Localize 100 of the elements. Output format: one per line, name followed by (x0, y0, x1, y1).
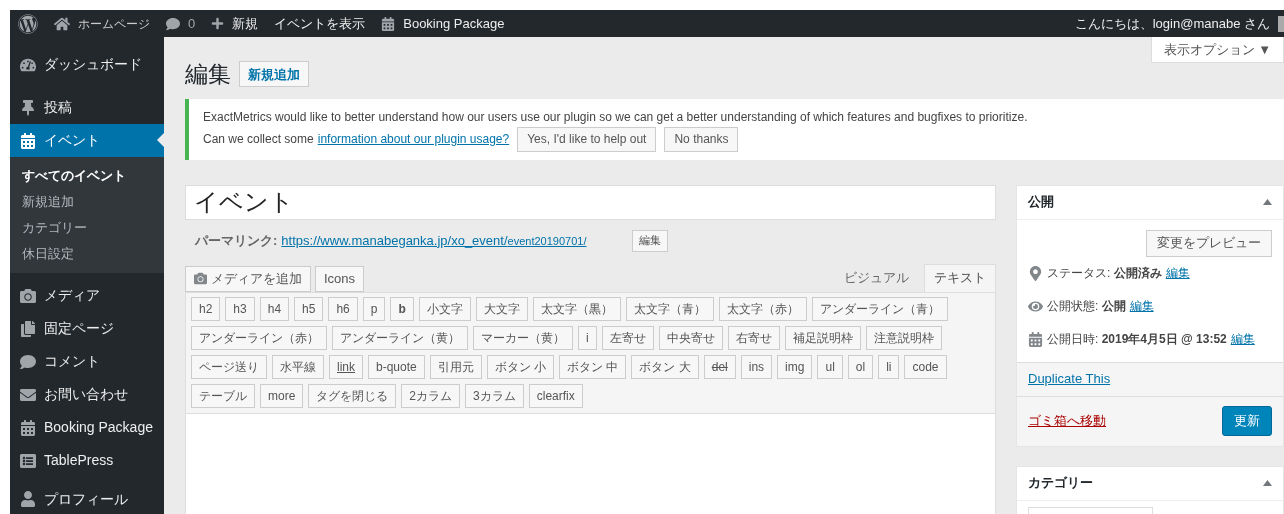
quicktag-button[interactable]: 水平線 (272, 354, 324, 379)
quicktag-button[interactable]: ボタン 中 (559, 354, 627, 379)
quicktag-button[interactable]: more (260, 383, 304, 408)
sidebar-item[interactable]: イベント (10, 124, 164, 157)
pages-icon (20, 320, 36, 337)
screen-options-tab[interactable]: 表示オプション ▼ (1151, 37, 1284, 63)
list-icon (20, 452, 36, 469)
sidebar-item[interactable]: 固定ページ (10, 312, 164, 345)
quicktag-button[interactable]: ul (817, 354, 843, 379)
edit-link[interactable]: 編集 (1165, 264, 1190, 282)
plus-icon (211, 17, 225, 30)
quicktag-button[interactable]: アンダーライン（赤） (191, 325, 327, 350)
plugin-link[interactable]: Booking Package (381, 13, 505, 34)
quicktag-button[interactable]: img (777, 354, 813, 379)
quicktag-button[interactable]: 2カラム (401, 383, 461, 408)
sidebar-item[interactable]: メディア (10, 279, 164, 312)
quicktag-button[interactable]: b-quote (368, 354, 425, 379)
submenu-item[interactable]: すべてのイベント (10, 163, 164, 189)
quicktag-button[interactable]: 小文字 (418, 296, 471, 321)
quicktag-button[interactable]: アンダーライン（黄） (332, 325, 468, 350)
quicktag-button[interactable]: h4 (259, 296, 290, 321)
quicktag-button[interactable]: li (878, 354, 900, 379)
quicktag-button[interactable]: 太文字（黒） (532, 296, 621, 321)
camera-icon (20, 287, 36, 304)
quicktag-button[interactable]: code (904, 354, 947, 379)
quicktag-button[interactable]: p (362, 296, 386, 321)
envelope-icon (20, 386, 36, 403)
quicktag-button[interactable]: ボタン 大 (631, 354, 699, 379)
media-icon (194, 272, 207, 285)
sidebar-item[interactable]: お問い合わせ (10, 378, 164, 411)
quicktag-button[interactable]: タグを閉じる (308, 383, 397, 408)
submenu-item[interactable]: 休日設定 (10, 241, 164, 267)
notice-button[interactable]: No thanks (664, 126, 739, 152)
quicktag-button[interactable]: del (703, 354, 736, 379)
trash-link[interactable]: ゴミ箱へ移動 (1028, 411, 1106, 431)
submenu-item[interactable]: 新規追加 (10, 189, 164, 215)
preview-button[interactable]: 変更をプレビュー (1146, 229, 1272, 257)
account-greeting[interactable]: こんにちは、login@manabe さん (1074, 13, 1270, 34)
update-button[interactable]: 更新 (1222, 406, 1272, 436)
icons-button[interactable]: Icons (315, 265, 365, 292)
quicktag-button[interactable]: h6 (328, 296, 358, 321)
quicktag-button[interactable]: h5 (294, 296, 324, 321)
usage-info-link[interactable]: information about our plugin usage? (317, 130, 510, 148)
add-new-button[interactable]: 新規追加 (239, 61, 309, 88)
sidebar-item[interactable]: プロフィール (10, 486, 164, 512)
comments-link[interactable]: 0 (166, 13, 196, 34)
quicktag-button[interactable]: 補足説明枠 (784, 325, 861, 350)
permalink-link[interactable]: https://www.manabeganka.jp/xo_event/event20190701/ (281, 230, 625, 251)
sidebar-item[interactable]: TablePress (10, 444, 164, 477)
quicktag-button[interactable]: ol (847, 354, 874, 379)
gauge-icon (20, 56, 36, 73)
quicktag-button[interactable]: ボタン 小 (486, 354, 555, 379)
permalink-edit-button[interactable]: 編集 (632, 229, 669, 252)
publish-info: ステータス: 公開済み (1047, 265, 1162, 282)
speech-bubble-icon (20, 353, 36, 370)
quicktag-button[interactable]: clearfix (528, 383, 583, 408)
quicktag-button[interactable]: b (390, 296, 414, 321)
notice-button[interactable]: Yes, I'd like to help out (517, 126, 657, 152)
add-media-button[interactable]: メディアを追加 (185, 265, 311, 292)
quicktag-button[interactable]: 左寄せ (601, 325, 654, 350)
duplicate-link[interactable]: Duplicate This (1028, 369, 1111, 389)
quicktag-button[interactable]: 大文字 (475, 296, 528, 321)
quicktag-button[interactable]: 太文字（赤） (718, 296, 807, 321)
notice-text: ExactMetrics would like to better understand how our users use our plugin so we can get a better understanding of which features and bugfixes to prioritize. (203, 108, 1029, 126)
quicktag-button[interactable]: アンダーライン（青） (811, 296, 948, 321)
quicktag-button[interactable]: 太文字（青） (625, 296, 714, 321)
sidebar-item[interactable]: ダッシュボード (10, 48, 164, 81)
wordpress-logo-icon[interactable] (18, 13, 38, 34)
avatar (1278, 15, 1284, 32)
sidebar-item[interactable]: 投稿 (10, 91, 164, 124)
speech-bubble-icon (166, 16, 180, 31)
sidebar-item[interactable]: コメント (10, 345, 164, 378)
pin-icon (20, 99, 36, 116)
title-field[interactable]: イベント (185, 184, 996, 220)
quicktag-button[interactable]: テーブル (191, 383, 255, 408)
new-link[interactable]: 新規 (211, 13, 259, 34)
quicktag-button[interactable]: i (578, 325, 597, 350)
quicktag-button[interactable]: 中央寄せ (658, 325, 723, 350)
quicktag-button[interactable]: 右寄せ (727, 325, 780, 350)
publish-info: 公開状態: 公開 (1047, 298, 1126, 315)
view-link[interactable]: イベントを表示 (274, 13, 366, 34)
quicktag-button[interactable]: 引用元 (429, 354, 482, 379)
sidebar-item[interactable]: Booking Package (10, 411, 164, 444)
quicktag-button[interactable]: h2 (191, 296, 221, 321)
editor-tab[interactable]: テキスト (924, 263, 996, 292)
collapse-arrow-icon[interactable] (1263, 199, 1272, 205)
quicktag-button[interactable]: h3 (225, 296, 255, 321)
calendar-icon (1028, 331, 1043, 347)
quicktag-button[interactable]: ins (740, 354, 773, 379)
edit-link[interactable]: 編集 (1129, 297, 1154, 315)
quicktag-button[interactable]: マーカー（黄） (473, 325, 573, 350)
box-title: カテゴリー (1028, 474, 1093, 493)
site-link[interactable]: ホームページ (54, 14, 150, 33)
quicktag-button[interactable]: link (329, 354, 363, 379)
quicktag-button[interactable]: 3カラム (465, 383, 524, 408)
collapse-arrow-icon[interactable] (1263, 480, 1272, 486)
quicktag-button[interactable]: ページ送り (191, 354, 267, 379)
edit-link[interactable]: 編集 (1230, 330, 1255, 348)
quicktag-button[interactable]: 注意説明枠 (865, 325, 942, 350)
submenu-item[interactable]: カテゴリー (10, 215, 164, 241)
